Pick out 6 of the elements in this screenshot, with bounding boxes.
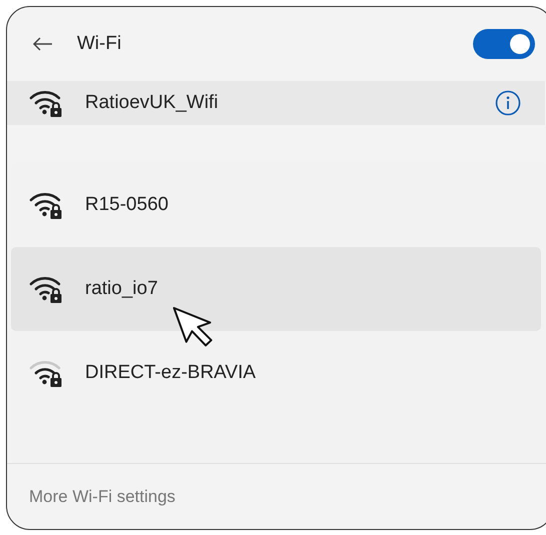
panel-title: Wi-Fi bbox=[77, 32, 122, 56]
info-icon[interactable] bbox=[495, 90, 521, 116]
more-settings-link[interactable]: More Wi-Fi settings bbox=[29, 484, 176, 510]
wifi-toggle[interactable] bbox=[473, 29, 535, 59]
network-row[interactable]: ratio_io7 bbox=[11, 247, 541, 331]
connected-network-row[interactable]: RatioevUK_Wifi bbox=[7, 81, 545, 125]
